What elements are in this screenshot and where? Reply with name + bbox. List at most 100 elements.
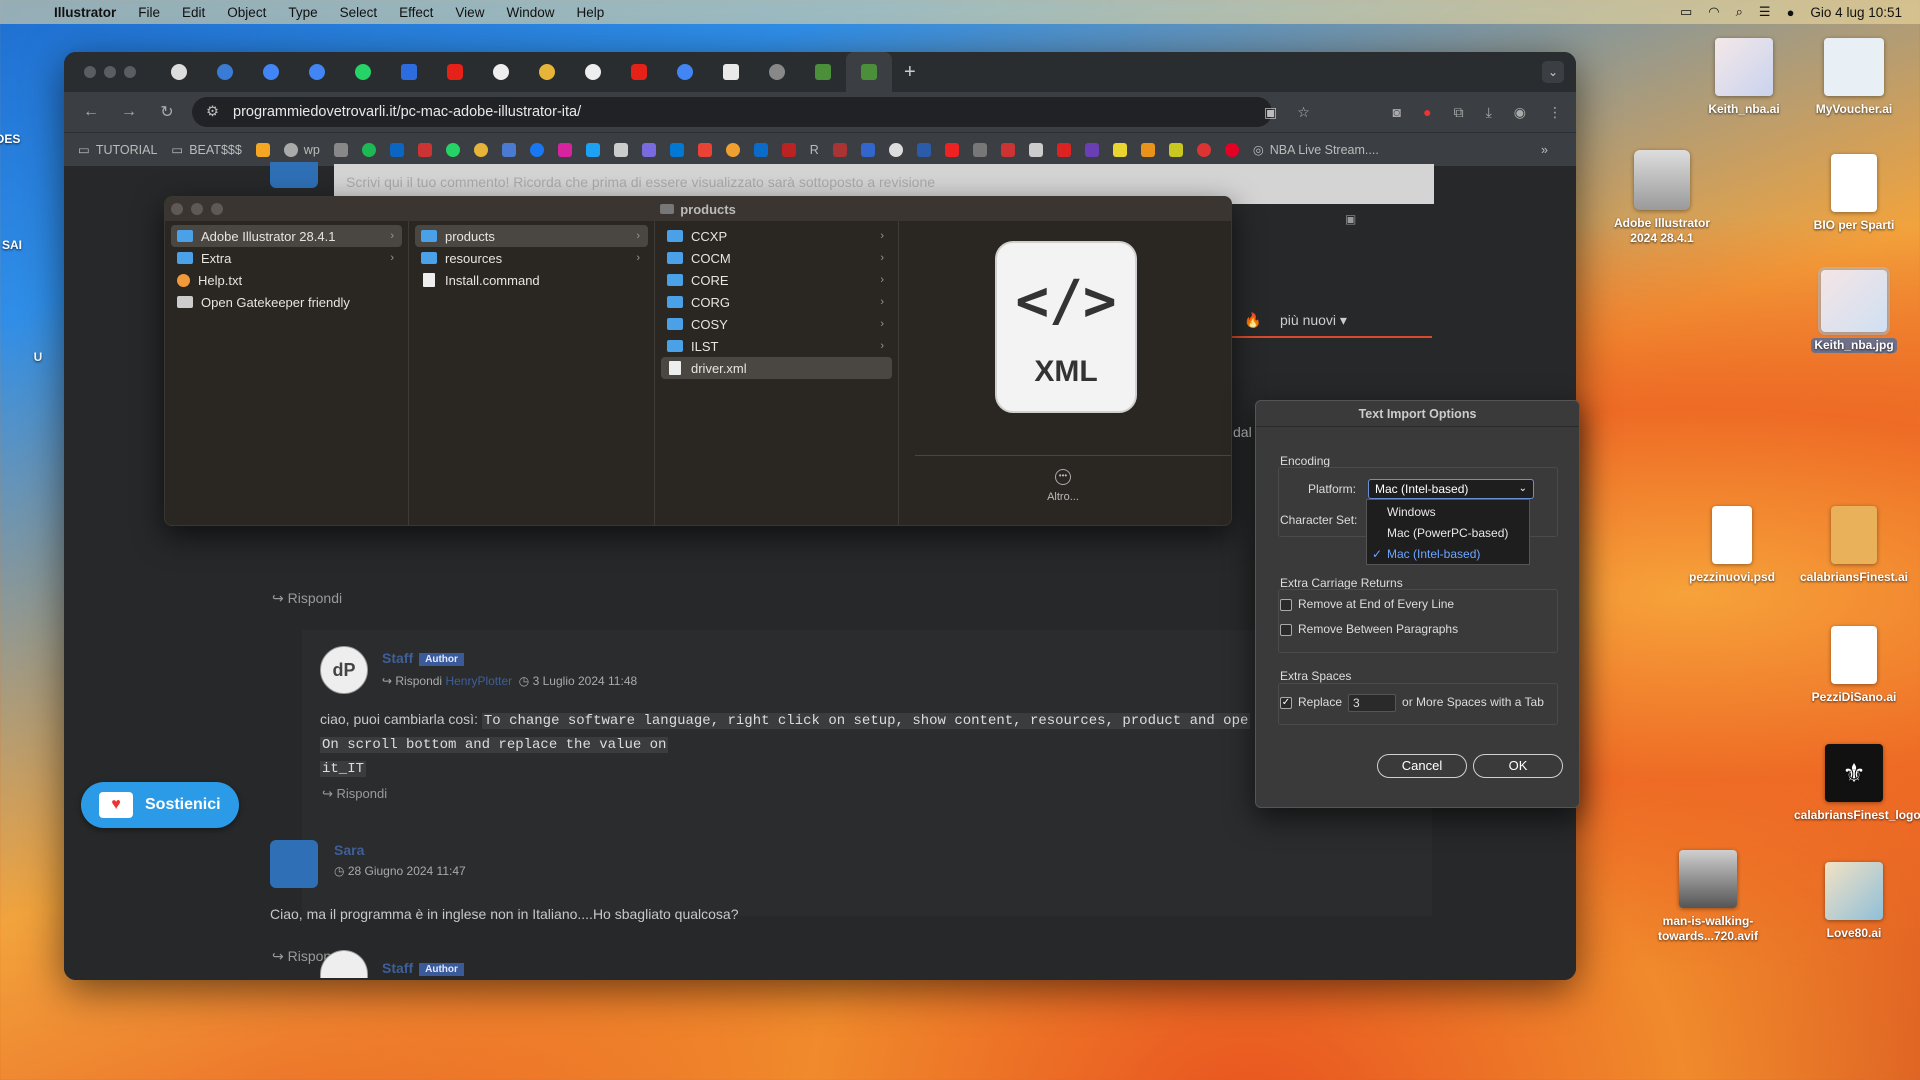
bookmark[interactable] xyxy=(333,142,348,157)
bookmark[interactable] xyxy=(501,142,516,157)
finder-item-file[interactable]: Install.command xyxy=(415,269,648,291)
tab[interactable] xyxy=(294,52,340,92)
desktop-icon-disk-image[interactable]: Adobe Illustrator 2024 28.4.1 xyxy=(1602,150,1722,246)
desktop-icon-keith-jpg[interactable]: Keith_nba.jpg xyxy=(1794,267,1914,353)
menu-select[interactable]: Select xyxy=(340,5,378,20)
battery-icon[interactable]: ▭ xyxy=(1680,4,1692,20)
finder-item-file[interactable]: Help.txt xyxy=(171,269,402,291)
comment-author[interactable]: Staff Author xyxy=(382,960,464,976)
menu-help[interactable]: Help xyxy=(576,5,604,20)
finder-item-folder[interactable]: COSY › xyxy=(661,313,892,335)
more-bookmarks-icon[interactable]: » xyxy=(1541,143,1548,157)
siri-icon[interactable]: ● xyxy=(1787,5,1795,20)
bookmark[interactable] xyxy=(697,142,712,157)
bookmark[interactable] xyxy=(916,142,931,157)
new-tab-button[interactable]: + xyxy=(904,61,916,84)
wifi-icon[interactable]: ◠ xyxy=(1708,4,1719,20)
more-actions-button[interactable]: ••• Altro... xyxy=(1023,469,1103,503)
menu-edit[interactable]: Edit xyxy=(182,5,205,20)
hot-icon[interactable]: 🔥 xyxy=(1244,312,1261,329)
remove-end-checkbox[interactable]: Remove at End of Every Line xyxy=(1280,597,1454,611)
finder-item-app[interactable]: Open Gatekeeper friendly xyxy=(171,291,402,313)
bookmark[interactable] xyxy=(557,142,572,157)
bookmark-r[interactable]: R xyxy=(810,143,819,157)
checkbox-unchecked[interactable] xyxy=(1280,598,1292,611)
bookmark[interactable] xyxy=(1028,142,1043,157)
desktop-icon-partial-1[interactable]: DES xyxy=(0,132,38,147)
bookmark[interactable] xyxy=(888,142,903,157)
desktop-icon-calabrians-logo[interactable]: ⚜ calabriansFinest_logo_1x1.jpg xyxy=(1794,744,1920,823)
menubar-clock[interactable]: Gio 4 lug 10:51 xyxy=(1810,5,1902,20)
zoom-window-button[interactable] xyxy=(211,203,223,215)
close-window-button[interactable] xyxy=(171,203,183,215)
bookmark-wp[interactable]: wp xyxy=(283,142,320,157)
search-icon[interactable]: ⌕ xyxy=(1736,4,1743,20)
close-window-button[interactable] xyxy=(84,66,96,78)
tab[interactable] xyxy=(386,52,432,92)
bookmark[interactable] xyxy=(445,142,460,157)
bookmark[interactable] xyxy=(255,142,270,157)
bookmark[interactable] xyxy=(753,142,768,157)
tab[interactable] xyxy=(570,52,616,92)
replace-checkbox[interactable]: ✓ Replace 3 or More Spaces with a Tab xyxy=(1280,694,1544,712)
tab[interactable] xyxy=(202,52,248,92)
bookmark[interactable] xyxy=(641,142,656,157)
bookmark[interactable] xyxy=(417,142,432,157)
desktop-icon-myvoucher[interactable]: MyVoucher.ai xyxy=(1794,38,1914,117)
tab[interactable] xyxy=(754,52,800,92)
bookmark[interactable] xyxy=(669,142,684,157)
download-icon[interactable]: ⤓ xyxy=(1486,104,1492,121)
desktop-icon-man-walking[interactable]: man-is-walking-towards...720.avif xyxy=(1648,850,1768,944)
replace-count-field[interactable]: 3 xyxy=(1348,694,1397,712)
reply-link[interactable]: ↪ Rispondi xyxy=(322,786,387,802)
bookmark-folder-tutorial[interactable]: ▭ TUTORIAL xyxy=(78,142,157,158)
desktop-icon-partial-3[interactable]: U xyxy=(8,350,68,365)
bookmark[interactable] xyxy=(725,142,740,157)
control-center-icon[interactable]: ☰ xyxy=(1759,4,1771,20)
desktop-icon-love80[interactable]: Love80.ai xyxy=(1794,862,1914,941)
tab-search-button[interactable]: ⌄ xyxy=(1542,61,1564,83)
finder-item-folder[interactable]: ILST › xyxy=(661,335,892,357)
tab[interactable] xyxy=(432,52,478,92)
desktop-icon-bio[interactable]: BIO per Sparti xyxy=(1794,154,1914,233)
finder-item-folder[interactable]: Adobe Illustrator 28.4.1 › xyxy=(171,225,402,247)
zoom-window-button[interactable] xyxy=(124,66,136,78)
checkbox-checked[interactable]: ✓ xyxy=(1280,697,1292,709)
bookmark[interactable] xyxy=(585,142,600,157)
menu-object[interactable]: Object xyxy=(227,5,266,20)
bookmark[interactable] xyxy=(361,142,376,157)
ok-button[interactable]: OK xyxy=(1473,754,1563,778)
extensions-puzzle-icon[interactable]: ⧉ xyxy=(1454,104,1464,121)
tab[interactable] xyxy=(524,52,570,92)
comment-author[interactable]: Staff Author xyxy=(382,650,464,666)
back-icon[interactable]: ← xyxy=(80,103,102,121)
platform-option-windows[interactable]: Windows xyxy=(1367,502,1529,523)
menu-view[interactable]: View xyxy=(455,5,484,20)
image-upload-icon[interactable]: ▣ xyxy=(1345,212,1356,226)
bookmark[interactable] xyxy=(860,142,875,157)
bookmark-nba[interactable]: ◎ NBA Live Stream.... xyxy=(1253,142,1379,158)
finder-item-folder[interactable]: CORE › xyxy=(661,269,892,291)
desktop-icon-pezzidisano[interactable]: PezziDiSano.ai xyxy=(1794,626,1914,705)
platform-option-powerpc[interactable]: Mac (PowerPC-based) xyxy=(1367,523,1529,544)
bookmark[interactable] xyxy=(1140,142,1155,157)
install-app-icon[interactable]: ▣ xyxy=(1264,104,1277,121)
desktop-icon-keith-ai[interactable]: Keith_nba.ai xyxy=(1684,38,1804,117)
bookmark-star-icon[interactable]: ☆ xyxy=(1297,104,1310,121)
finder-item-folder[interactable]: COCM › xyxy=(661,247,892,269)
finder-item-folder[interactable]: CCXP › xyxy=(661,225,892,247)
bookmark[interactable] xyxy=(529,142,544,157)
bookmark[interactable] xyxy=(1112,142,1127,157)
bookmark[interactable] xyxy=(972,142,987,157)
finder-item-folder[interactable]: resources › xyxy=(415,247,648,269)
sostienici-button[interactable]: ♥ Sostienici xyxy=(81,782,239,828)
extension-icon[interactable]: ● xyxy=(1423,104,1431,120)
bookmark[interactable] xyxy=(1084,142,1099,157)
finder-item-folder[interactable]: Extra › xyxy=(171,247,402,269)
platform-select[interactable]: Mac (Intel-based) ⌄ xyxy=(1368,479,1534,499)
menu-app-name[interactable]: Illustrator xyxy=(54,5,116,20)
site-info-icon[interactable]: ⚙ xyxy=(206,104,219,120)
desktop-icon-calabrians-ai[interactable]: calabriansFinest.ai xyxy=(1794,506,1914,585)
bookmark[interactable] xyxy=(613,142,628,157)
tab[interactable] xyxy=(662,52,708,92)
